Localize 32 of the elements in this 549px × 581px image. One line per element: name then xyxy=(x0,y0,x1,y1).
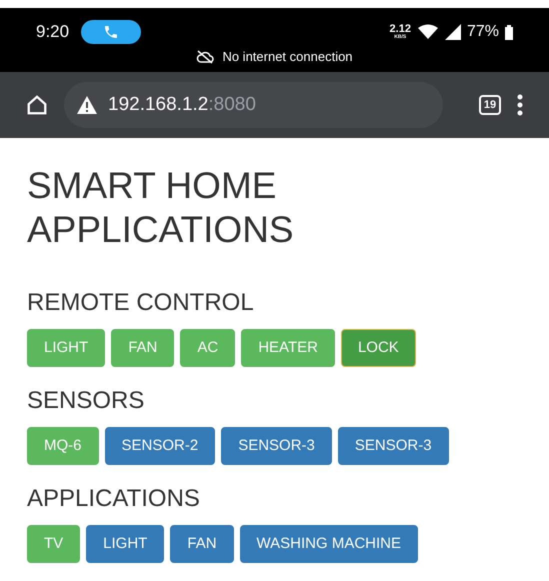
toggle-button[interactable]: LOCK xyxy=(340,328,416,367)
toggle-button[interactable]: TV xyxy=(27,524,80,563)
toggle-button[interactable]: MQ-6 xyxy=(27,426,98,465)
cloud-off-icon xyxy=(196,50,214,64)
offline-notice: No internet connection xyxy=(222,48,353,66)
battery-percent: 77% xyxy=(466,22,499,42)
home-icon[interactable] xyxy=(26,94,48,116)
toggle-button[interactable]: WASHING MACHINE xyxy=(240,524,418,563)
wifi-icon xyxy=(416,24,439,40)
section-heading: REMOTE CONTROL xyxy=(27,288,255,318)
toggle-button[interactable]: LIGHT xyxy=(27,328,106,367)
battery-icon xyxy=(505,24,513,40)
url-text: 192.168.1.2:8080 xyxy=(108,92,256,117)
address-bar[interactable]: 192.168.1.2:8080 xyxy=(64,82,443,128)
section-heading: APPLICATIONS xyxy=(27,484,201,514)
clock-text: 9:20 xyxy=(36,21,70,44)
warning-icon xyxy=(76,95,98,115)
toggle-button[interactable]: AC xyxy=(180,328,236,367)
toggle-button[interactable]: SENSOR-3 xyxy=(221,426,332,465)
page-title: SMART HOME APPLICATIONS xyxy=(27,164,295,252)
toggle-button[interactable]: SENSOR-3 xyxy=(338,426,449,465)
signal-icon xyxy=(444,24,461,40)
toggle-button[interactable]: FAN xyxy=(111,328,174,367)
speed-value: 2.12 xyxy=(390,24,411,35)
tab-count-button[interactable]: 19 xyxy=(479,95,501,115)
call-pill-icon xyxy=(81,20,142,44)
toggle-button[interactable]: LIGHT xyxy=(86,524,164,563)
toggle-button[interactable]: SENSOR-2 xyxy=(104,426,216,465)
menu-icon[interactable] xyxy=(517,94,523,116)
section-heading: SENSORS xyxy=(27,386,146,416)
toggle-button[interactable]: HEATER xyxy=(241,328,335,367)
toggle-button[interactable]: FAN xyxy=(170,524,234,563)
